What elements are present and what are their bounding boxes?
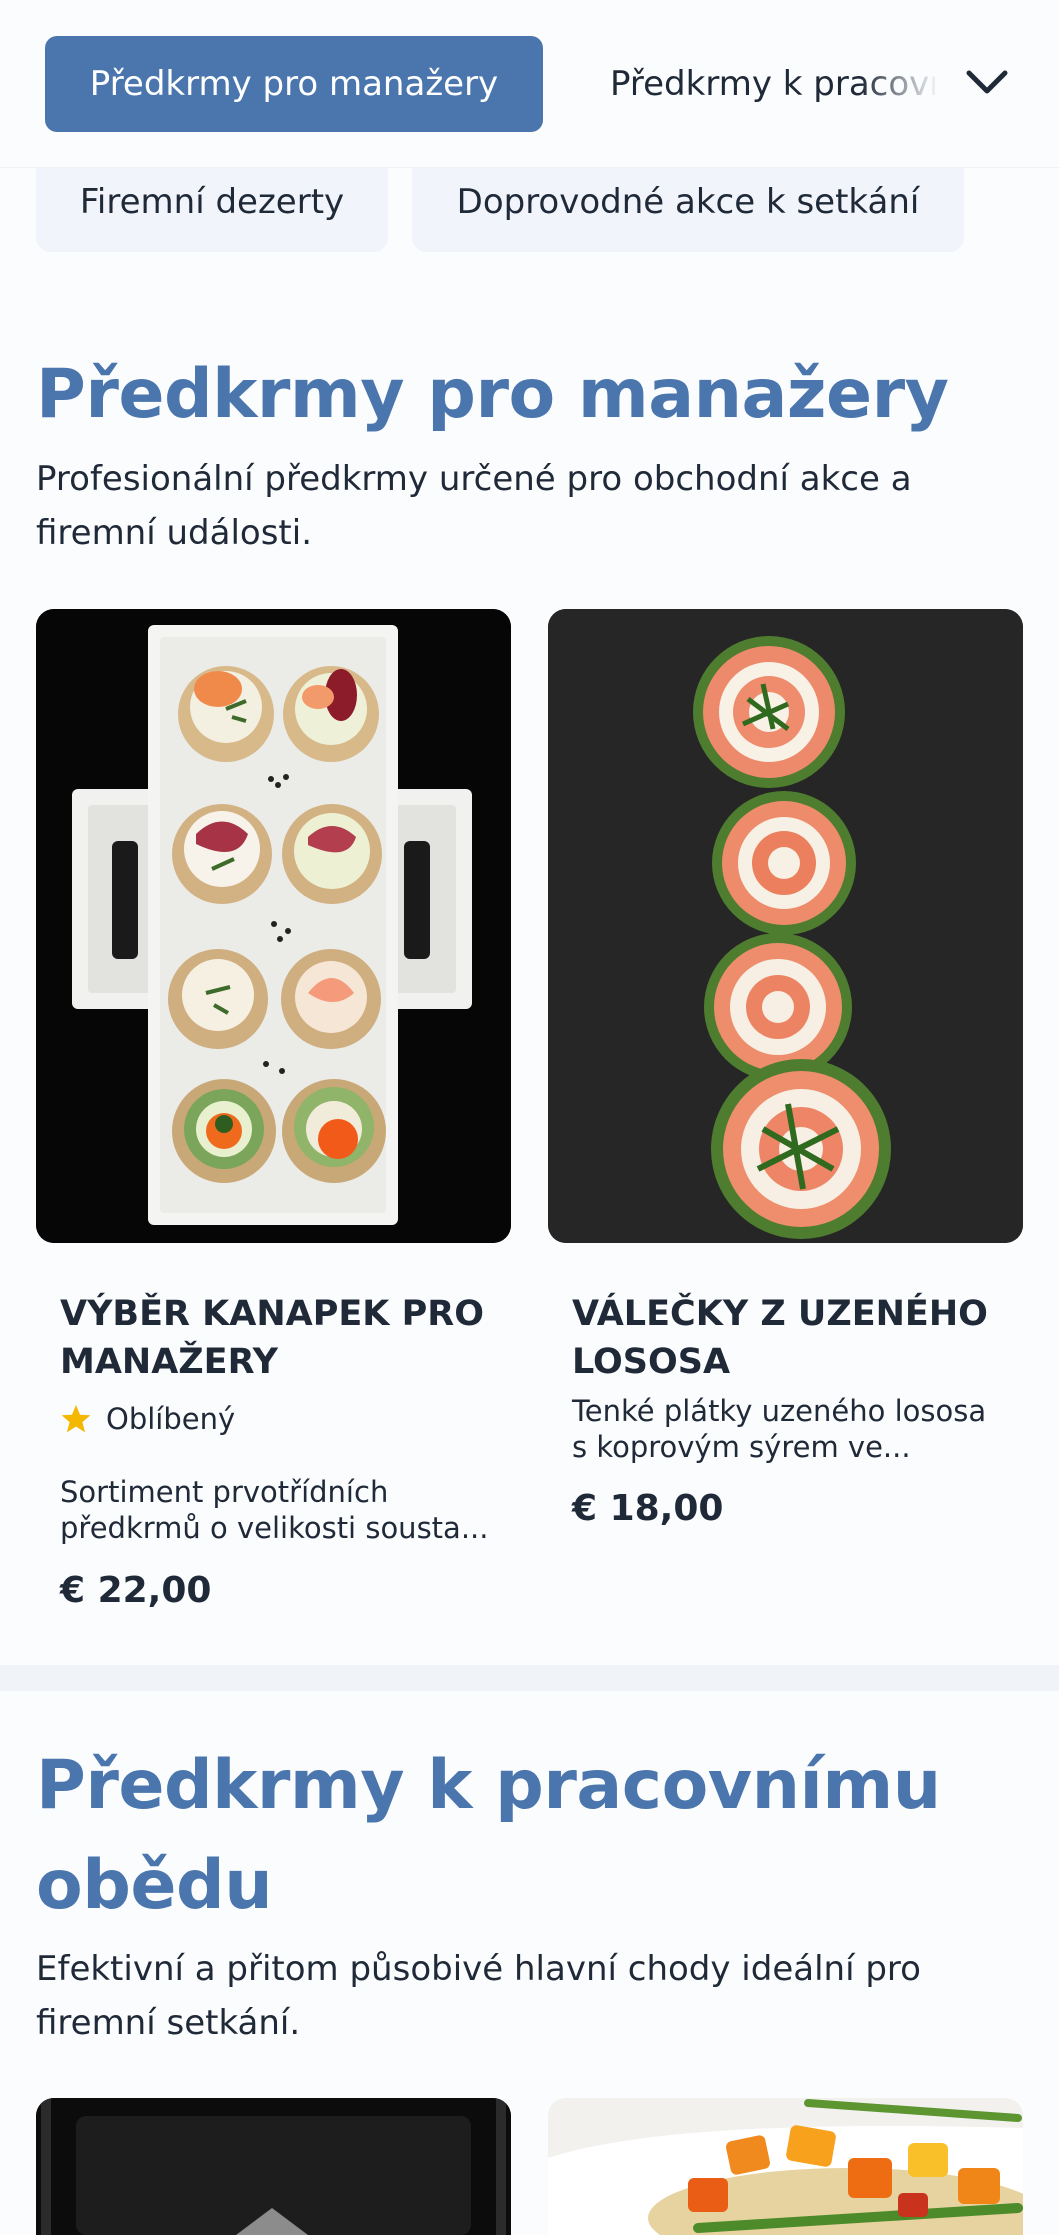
section-divider bbox=[0, 1665, 1059, 1691]
badge-label: Oblíbený bbox=[106, 1402, 236, 1436]
product-description: Sortiment prvotřídních předkrmů o veliko… bbox=[60, 1475, 489, 1545]
product-description: Tenké plátky uzeného lososa s koprovým s… bbox=[572, 1394, 987, 1464]
star-icon bbox=[61, 1405, 91, 1433]
section-description: Profesionální předkrmy určené pro obchod… bbox=[36, 459, 912, 553]
product-image-lunch-2[interactable] bbox=[548, 2098, 1023, 2235]
product-image-lunch-1[interactable] bbox=[36, 2098, 511, 2235]
tab-overflow-fade bbox=[860, 40, 940, 128]
popular-badge: Oblíbený bbox=[60, 1402, 235, 1436]
tab-firemni-dezerty[interactable]: Firemní dezerty bbox=[36, 168, 388, 252]
product-name[interactable]: VÝBĚR KANAPEK PRO MANAŽERY bbox=[60, 1290, 490, 1386]
section-title-cont: obědu bbox=[36, 1846, 273, 1925]
tab-doprovodne-akce[interactable]: Doprovodné akce k setkání bbox=[412, 168, 964, 252]
canapes-platter-illustration bbox=[36, 609, 511, 1243]
product-name[interactable]: VÁLEČKY Z UZENÉHO LOSOSA bbox=[572, 1290, 1002, 1386]
category-nav: Předkrmy pro manažery Předkrmy k pracovn… bbox=[0, 0, 1059, 168]
category-nav-row2: Firemní dezerty Doprovodné akce k setkán… bbox=[0, 168, 1059, 254]
section-description: Efektivní a přitom působivé hlavní chody… bbox=[36, 1949, 921, 2043]
product-image-canapes[interactable] bbox=[36, 609, 511, 1243]
tab-predkrmy-pro-manazery[interactable]: Předkrmy pro manažery bbox=[45, 36, 543, 132]
expand-categories-button[interactable] bbox=[955, 50, 1019, 114]
product-price: € 18,00 bbox=[572, 1488, 724, 1529]
lunch-box-illustration bbox=[36, 2098, 511, 2235]
section-title: Předkrmy k pracovnímu bbox=[36, 1746, 941, 1825]
salmon-rolls-illustration bbox=[548, 609, 1023, 1243]
product-price: € 22,00 bbox=[60, 1570, 212, 1611]
product-image-salmon-rolls[interactable] bbox=[548, 609, 1023, 1243]
section-title: Předkrmy pro manažery bbox=[36, 355, 949, 434]
chevron-down-icon bbox=[966, 70, 1008, 94]
roasted-vegetables-illustration bbox=[548, 2098, 1023, 2235]
